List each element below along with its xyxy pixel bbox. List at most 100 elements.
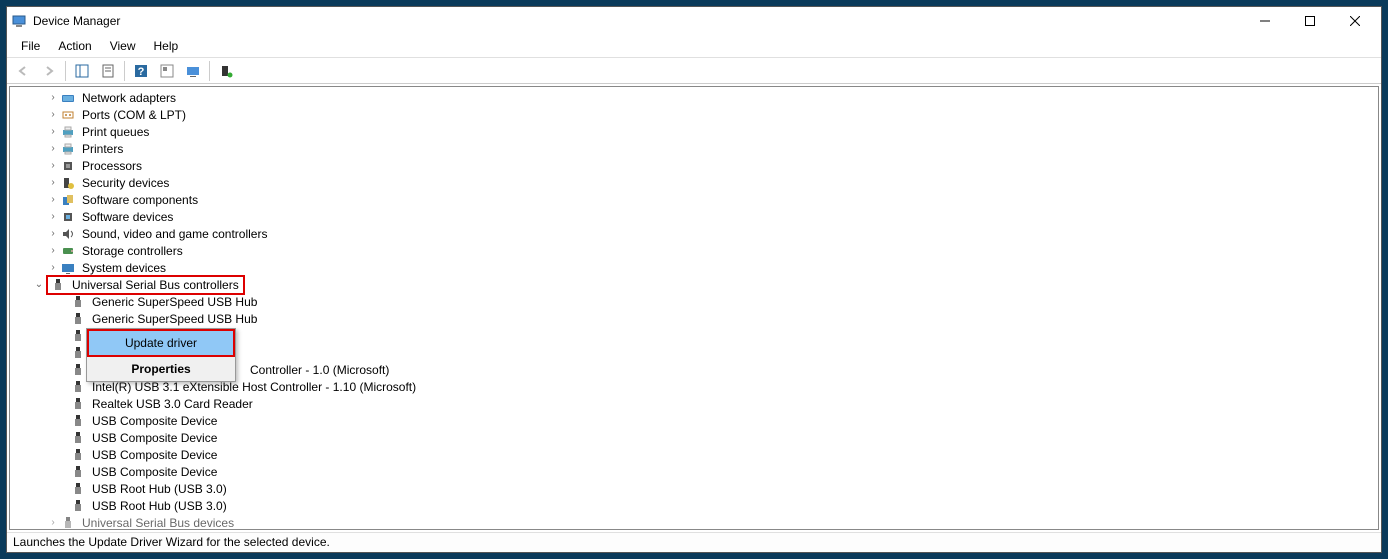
content-area: › Network adapters › Ports (COM & LPT) ›… (9, 86, 1379, 530)
tree-item[interactable]: USB Composite Device (10, 463, 1378, 480)
software-icon (60, 209, 76, 225)
security-icon (60, 175, 76, 191)
show-hide-tree-button[interactable] (70, 60, 94, 82)
expand-arrow-icon[interactable]: › (46, 160, 60, 171)
tree-item[interactable]: USB Root Hub (USB 3.0) (10, 480, 1378, 497)
tree-item[interactable]: › Software components (10, 191, 1378, 208)
menu-action[interactable]: Action (50, 37, 99, 55)
tree-item[interactable]: › Ports (COM & LPT) (10, 106, 1378, 123)
storage-icon (60, 243, 76, 259)
tree-item[interactable]: Realtek USB 3.0 Card Reader (10, 395, 1378, 412)
expand-arrow-icon[interactable]: › (46, 109, 60, 120)
forward-button (37, 60, 61, 82)
expand-arrow-icon[interactable]: › (46, 177, 60, 188)
tree-item[interactable]: › Network adapters (10, 89, 1378, 106)
tree-item-label: USB Root Hub (USB 3.0) (90, 499, 229, 513)
usb-icon (70, 379, 86, 395)
menu-file[interactable]: File (13, 37, 48, 55)
maximize-button[interactable] (1287, 7, 1332, 35)
toolbar-button-5[interactable] (155, 60, 179, 82)
usb-icon (60, 515, 76, 530)
scan-hardware-button[interactable] (181, 60, 205, 82)
expand-arrow-icon[interactable]: › (46, 262, 60, 273)
tree-item[interactable]: › Sound, video and game controllers (10, 225, 1378, 242)
expand-arrow-icon[interactable]: › (46, 194, 60, 205)
usb-icon (70, 430, 86, 446)
usb-icon (70, 345, 86, 361)
tree-item-label: Security devices (80, 176, 171, 190)
device-tree[interactable]: › Network adapters › Ports (COM & LPT) ›… (10, 87, 1378, 529)
menu-update-driver[interactable]: Update driver (87, 329, 235, 357)
tree-item-label: Universal Serial Bus devices (80, 516, 236, 530)
tree-item-label: USB Root Hub (USB 3.0) (90, 482, 229, 496)
status-text: Launches the Update Driver Wizard for th… (13, 535, 330, 549)
tree-item-label: Processors (80, 159, 144, 173)
tree-item[interactable]: USB Root Hub (USB 3.0) (10, 497, 1378, 514)
tree-item-label: Network adapters (80, 91, 178, 105)
printer-icon (60, 141, 76, 157)
usb-icon (70, 328, 86, 344)
network-icon (60, 90, 76, 106)
tree-item-usb-controllers[interactable]: ⌄ Universal Serial Bus controllers (10, 276, 1378, 293)
usb-icon (70, 481, 86, 497)
usb-icon (70, 311, 86, 327)
usb-icon (70, 413, 86, 429)
tree-item-label: Universal Serial Bus controllers (70, 278, 241, 292)
properties-button[interactable] (96, 60, 120, 82)
tree-item-label: USB Composite Device (90, 414, 219, 428)
usb-icon (70, 294, 86, 310)
software-icon (60, 192, 76, 208)
help-button[interactable]: ? (129, 60, 153, 82)
minimize-button[interactable] (1242, 7, 1287, 35)
tree-item[interactable]: › Security devices (10, 174, 1378, 191)
usb-icon (70, 396, 86, 412)
tree-item[interactable]: › Storage controllers (10, 242, 1378, 259)
expand-arrow-icon[interactable]: › (46, 143, 60, 154)
collapse-arrow-icon[interactable]: ⌄ (32, 279, 46, 290)
tree-item-label: Ports (COM & LPT) (80, 108, 188, 122)
tree-item-label: USB Composite Device (90, 465, 219, 479)
system-icon (60, 260, 76, 276)
cpu-icon (60, 158, 76, 174)
tree-item-label: Realtek USB 3.0 Card Reader (90, 397, 255, 411)
usb-icon (70, 464, 86, 480)
expand-arrow-icon[interactable]: › (46, 228, 60, 239)
tree-item-label: Storage controllers (80, 244, 185, 258)
title-bar[interactable]: Device Manager (7, 7, 1381, 35)
expand-arrow-icon[interactable]: › (46, 126, 60, 137)
printer-icon (60, 124, 76, 140)
close-button[interactable] (1332, 7, 1377, 35)
back-button (11, 60, 35, 82)
expand-arrow-icon[interactable]: › (46, 245, 60, 256)
tree-item-label: USB Composite Device (90, 448, 219, 462)
menu-properties[interactable]: Properties (87, 357, 235, 381)
tree-item[interactable]: USB Composite Device (10, 446, 1378, 463)
expand-arrow-icon[interactable]: › (46, 211, 60, 222)
menu-bar: File Action View Help (7, 35, 1381, 58)
usb-icon (70, 447, 86, 463)
tree-item[interactable]: › Print queues (10, 123, 1378, 140)
toolbar: ? (7, 58, 1381, 84)
tree-item[interactable]: USB Composite Device (10, 429, 1378, 446)
menu-view[interactable]: View (102, 37, 144, 55)
toolbar-button-7[interactable] (214, 60, 238, 82)
expand-arrow-icon[interactable]: › (46, 517, 60, 528)
tree-item[interactable]: › System devices (10, 259, 1378, 276)
tree-item[interactable]: › Software devices (10, 208, 1378, 225)
tree-item-usb-devices[interactable]: › Universal Serial Bus devices (10, 514, 1378, 529)
usb-icon (50, 277, 66, 293)
tree-item-label: Print queues (80, 125, 151, 139)
expand-arrow-icon[interactable]: › (46, 92, 60, 103)
tree-item-label: System devices (80, 261, 168, 275)
tree-item[interactable]: › Printers (10, 140, 1378, 157)
window-title: Device Manager (33, 14, 120, 28)
tree-item[interactable]: › Processors (10, 157, 1378, 174)
tree-item[interactable]: USB Composite Device (10, 412, 1378, 429)
menu-help[interactable]: Help (146, 37, 187, 55)
tree-item[interactable]: Generic SuperSpeed USB Hub (10, 293, 1378, 310)
tree-item-label: Generic SuperSpeed USB Hub (90, 295, 259, 309)
tree-item-label: Sound, video and game controllers (80, 227, 269, 241)
tree-item-label: Printers (80, 142, 125, 156)
svg-text:?: ? (138, 66, 145, 78)
tree-item[interactable]: Generic SuperSpeed USB Hub (10, 310, 1378, 327)
